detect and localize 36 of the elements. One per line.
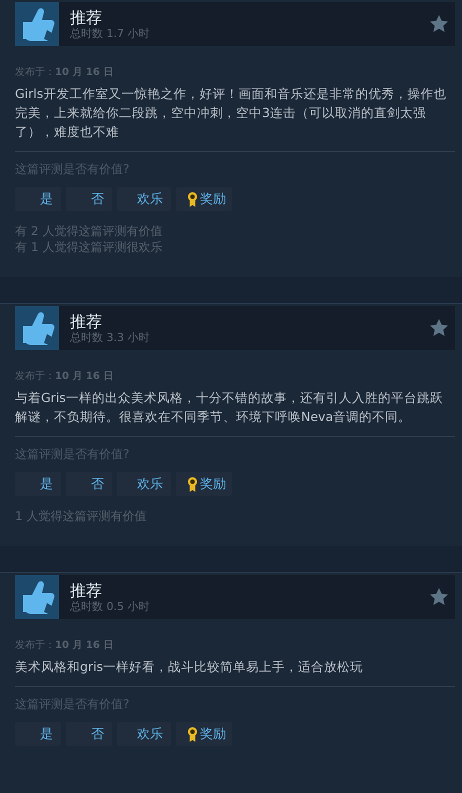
award-icon	[187, 476, 198, 492]
award-icon	[187, 726, 198, 742]
vote-button[interactable]: 欢乐	[117, 472, 171, 496]
helpful-count: 1 人觉得这篇评测有价值	[15, 508, 148, 524]
vote-button[interactable]: 否	[66, 187, 112, 211]
posted-date: 发布于：10 月 16 日	[15, 66, 114, 79]
verdict-title: 推荐	[70, 580, 103, 600]
vote-button[interactable]: 是	[15, 187, 61, 211]
playtime-text: 总时数 1.7 小时	[70, 26, 150, 40]
verdict-title: 推荐	[70, 8, 103, 26]
review-text: Girls开发工作室又一惊艳之作，好评！画面和音乐还是非常的优秀，操作也完美，上来就给你二段跳，空中冲刺，空中3连击（可以取消的直剑太强了），难度也不难	[15, 85, 448, 141]
vote-button[interactable]: 否	[66, 472, 112, 496]
star-icon[interactable]	[429, 318, 449, 338]
playtime-text: 总时数 0.5 小时	[70, 600, 150, 614]
vote-button[interactable]: 是	[15, 722, 61, 746]
helpful-count: 有 2 人觉得这篇评测有价值	[15, 223, 164, 239]
vote-button[interactable]: 否	[66, 722, 112, 746]
award-icon	[187, 190, 198, 208]
review-text: 与着Gris一样的出众美术风格，十分不错的故事，还有引人入胜的平台跳跃解谜，不负期待。很喜欢在不同季节、环境下呼唤Neva音调的不同。	[15, 389, 444, 426]
posted-date: 发布于：10 月 16 日	[15, 639, 114, 652]
vote-button[interactable]: 是	[15, 472, 61, 496]
thumbs-up-icon	[15, 306, 59, 350]
helpful-count: 有 1 人觉得这篇评测很欢乐	[15, 239, 164, 255]
star-icon[interactable]	[429, 14, 449, 34]
award-button[interactable]: 奖励	[176, 722, 232, 746]
playtime-text: 总时数 3.3 小时	[70, 330, 150, 344]
award-button[interactable]: 奖励	[176, 472, 232, 496]
posted-date: 发布于：10 月 16 日	[15, 370, 114, 383]
vote-button[interactable]: 欢乐	[117, 722, 171, 746]
review-text: 美术风格和gris一样好看，战斗比较简单易上手，适合放松玩	[15, 658, 364, 676]
thumbs-up-icon	[15, 2, 59, 46]
star-icon[interactable]	[429, 587, 449, 607]
verdict-title: 推荐	[70, 312, 103, 330]
award-button[interactable]: 奖励	[176, 187, 232, 211]
thumbs-up-icon	[15, 575, 59, 619]
vote-button[interactable]: 欢乐	[117, 187, 171, 211]
